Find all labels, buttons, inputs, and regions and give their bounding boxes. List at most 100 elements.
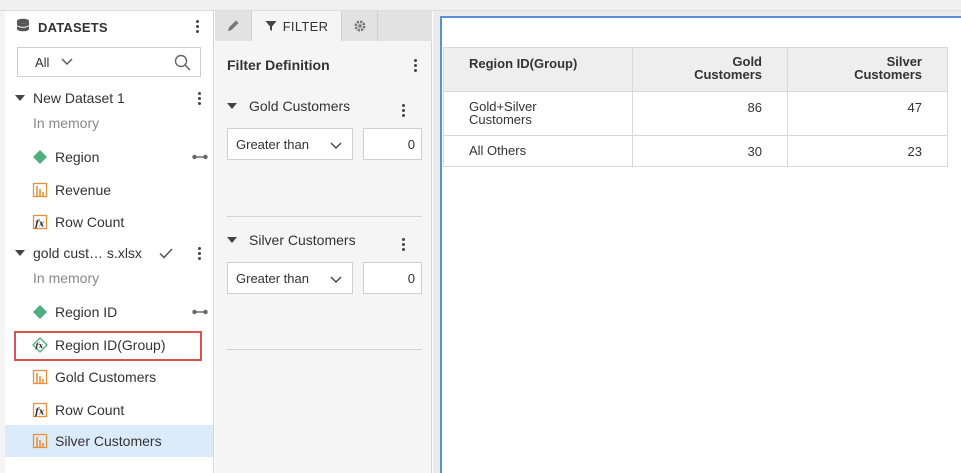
- field-item-row-count-2[interactable]: fx Row Count: [0, 395, 213, 425]
- column-header-label: Silver Customers: [854, 54, 922, 82]
- table-cell: Gold+Silver Customers: [443, 91, 633, 136]
- tab-filter[interactable]: FILTER: [252, 11, 342, 41]
- dataset-status: In memory: [0, 108, 213, 138]
- field-item-region-id[interactable]: Region ID: [0, 297, 213, 327]
- table-cell: 86: [632, 91, 788, 136]
- dataset-more-icon[interactable]: [193, 89, 205, 107]
- field-item-region[interactable]: Region: [0, 142, 213, 172]
- field-item-row-count[interactable]: fx Row Count: [0, 207, 213, 237]
- cell-text: All Others: [469, 143, 527, 158]
- table-row[interactable]: All Others 30 23: [443, 135, 948, 167]
- chevron-down-icon: [330, 142, 342, 149]
- relation-link-icon: [192, 154, 208, 160]
- filter-silver-customers-header[interactable]: Silver Customers: [227, 230, 356, 250]
- table-row[interactable]: Gold+Silver Customers 86 47: [443, 91, 948, 136]
- operator-select[interactable]: Greater than: [227, 128, 353, 160]
- tab-edit[interactable]: [215, 11, 252, 41]
- datasets-title: DATASETS: [38, 19, 108, 35]
- dataset-status: In memory: [0, 263, 213, 293]
- dataset-filter-search[interactable]: All: [17, 47, 201, 77]
- expand-caret-icon[interactable]: [15, 95, 25, 101]
- top-bar: [0, 0, 961, 11]
- formula-icon: fx: [32, 214, 48, 230]
- highlighted-field-outline: [14, 331, 202, 361]
- dataset-name: New Dataset 1: [33, 90, 125, 106]
- tab-label: FILTER: [282, 18, 329, 34]
- dataset-filter-select[interactable]: All: [35, 55, 49, 70]
- field-item-silver-customers[interactable]: Silver Customers: [5, 425, 213, 457]
- svg-text:fx: fx: [34, 408, 45, 418]
- chevron-down-icon[interactable]: [61, 53, 73, 71]
- operator-value: Greater than: [236, 270, 309, 286]
- dimension-icon: [33, 305, 47, 319]
- expand-caret-icon[interactable]: [15, 250, 25, 256]
- operator-value: Greater than: [236, 136, 309, 152]
- field-label: Revenue: [55, 182, 112, 198]
- cell-text: 23: [907, 144, 922, 159]
- field-label: Region: [55, 149, 100, 165]
- table-cell: 47: [787, 91, 948, 136]
- panel-tabs: FILTER: [215, 11, 432, 41]
- collapse-caret-icon[interactable]: [227, 103, 237, 109]
- measure-icon: [32, 433, 48, 449]
- table-header-row: Region ID(Group) Gold Customers Silver C…: [443, 47, 948, 92]
- measure-icon: [32, 369, 48, 385]
- tab-strip-filler: [378, 11, 432, 41]
- datasets-header: DATASETS: [16, 18, 108, 36]
- field-label: Row Count: [55, 402, 125, 418]
- field-label: Silver Customers: [55, 433, 162, 449]
- dataset-status-text: In memory: [33, 115, 100, 131]
- column-header[interactable]: Silver Customers: [787, 47, 948, 92]
- cell-text: 47: [907, 100, 922, 115]
- formula-icon: fx: [32, 402, 48, 418]
- filter-panel: FILTER Filter Definition Gold Customers …: [215, 11, 432, 473]
- checkmark-icon: [159, 248, 173, 259]
- field-label: Region ID: [55, 304, 118, 320]
- filter-field-name: Gold Customers: [249, 98, 351, 114]
- cell-text: Gold+Silver Customers: [469, 99, 537, 127]
- gear-icon: [354, 20, 365, 32]
- chevron-down-icon: [330, 276, 342, 283]
- column-header-label: Region ID(Group): [469, 56, 578, 71]
- filter-definition-title: Filter Definition: [227, 57, 330, 73]
- field-item-gold-customers[interactable]: Gold Customers: [0, 362, 213, 392]
- dimension-icon: [33, 150, 47, 164]
- column-header[interactable]: Region ID(Group): [443, 47, 633, 92]
- dataset-more-icon[interactable]: [193, 244, 205, 262]
- relation-link-icon: [192, 309, 208, 315]
- table-cell: All Others: [443, 135, 633, 167]
- svg-text:fx: fx: [34, 220, 45, 230]
- datasets-panel: DATASETS All New Dataset 1 In memory Reg…: [0, 11, 214, 473]
- database-icon: [16, 18, 30, 37]
- table-cell: 30: [632, 135, 788, 167]
- tab-settings[interactable]: [342, 11, 378, 41]
- dataset-status-text: In memory: [33, 270, 100, 286]
- data-table: Region ID(Group) Gold Customers Silver C…: [443, 47, 948, 167]
- measure-icon: [32, 182, 48, 198]
- dataset-name: gold cust… s.xlsx: [33, 245, 142, 261]
- field-item-revenue[interactable]: Revenue: [0, 175, 213, 205]
- pencil-icon: [228, 20, 239, 31]
- search-icon[interactable]: [174, 54, 191, 76]
- filter-gold-customers-header[interactable]: Gold Customers: [227, 96, 350, 116]
- cell-text: 86: [747, 100, 762, 115]
- column-header[interactable]: Gold Customers: [632, 47, 788, 92]
- filter-definition-more-icon[interactable]: [409, 56, 421, 74]
- column-header-label: Gold Customers: [694, 54, 762, 82]
- datasets-more-icon[interactable]: [191, 17, 203, 35]
- visualization-area: Region ID(Group) Gold Customers Silver C…: [433, 11, 961, 473]
- divider: [227, 216, 422, 217]
- filter-value-input[interactable]: 0: [363, 262, 422, 294]
- divider: [227, 349, 422, 350]
- filter-field-name: Silver Customers: [249, 232, 356, 248]
- table-cell: 23: [787, 135, 948, 167]
- filter-value-input[interactable]: 0: [363, 128, 422, 160]
- collapse-caret-icon[interactable]: [227, 237, 237, 243]
- operator-select[interactable]: Greater than: [227, 262, 353, 294]
- filter-more-icon[interactable]: [397, 101, 409, 119]
- cell-text: 30: [747, 144, 762, 159]
- table-widget[interactable]: Region ID(Group) Gold Customers Silver C…: [440, 16, 961, 473]
- filter-more-icon[interactable]: [397, 235, 409, 253]
- field-label: Gold Customers: [55, 369, 157, 385]
- filter-icon: [265, 21, 277, 31]
